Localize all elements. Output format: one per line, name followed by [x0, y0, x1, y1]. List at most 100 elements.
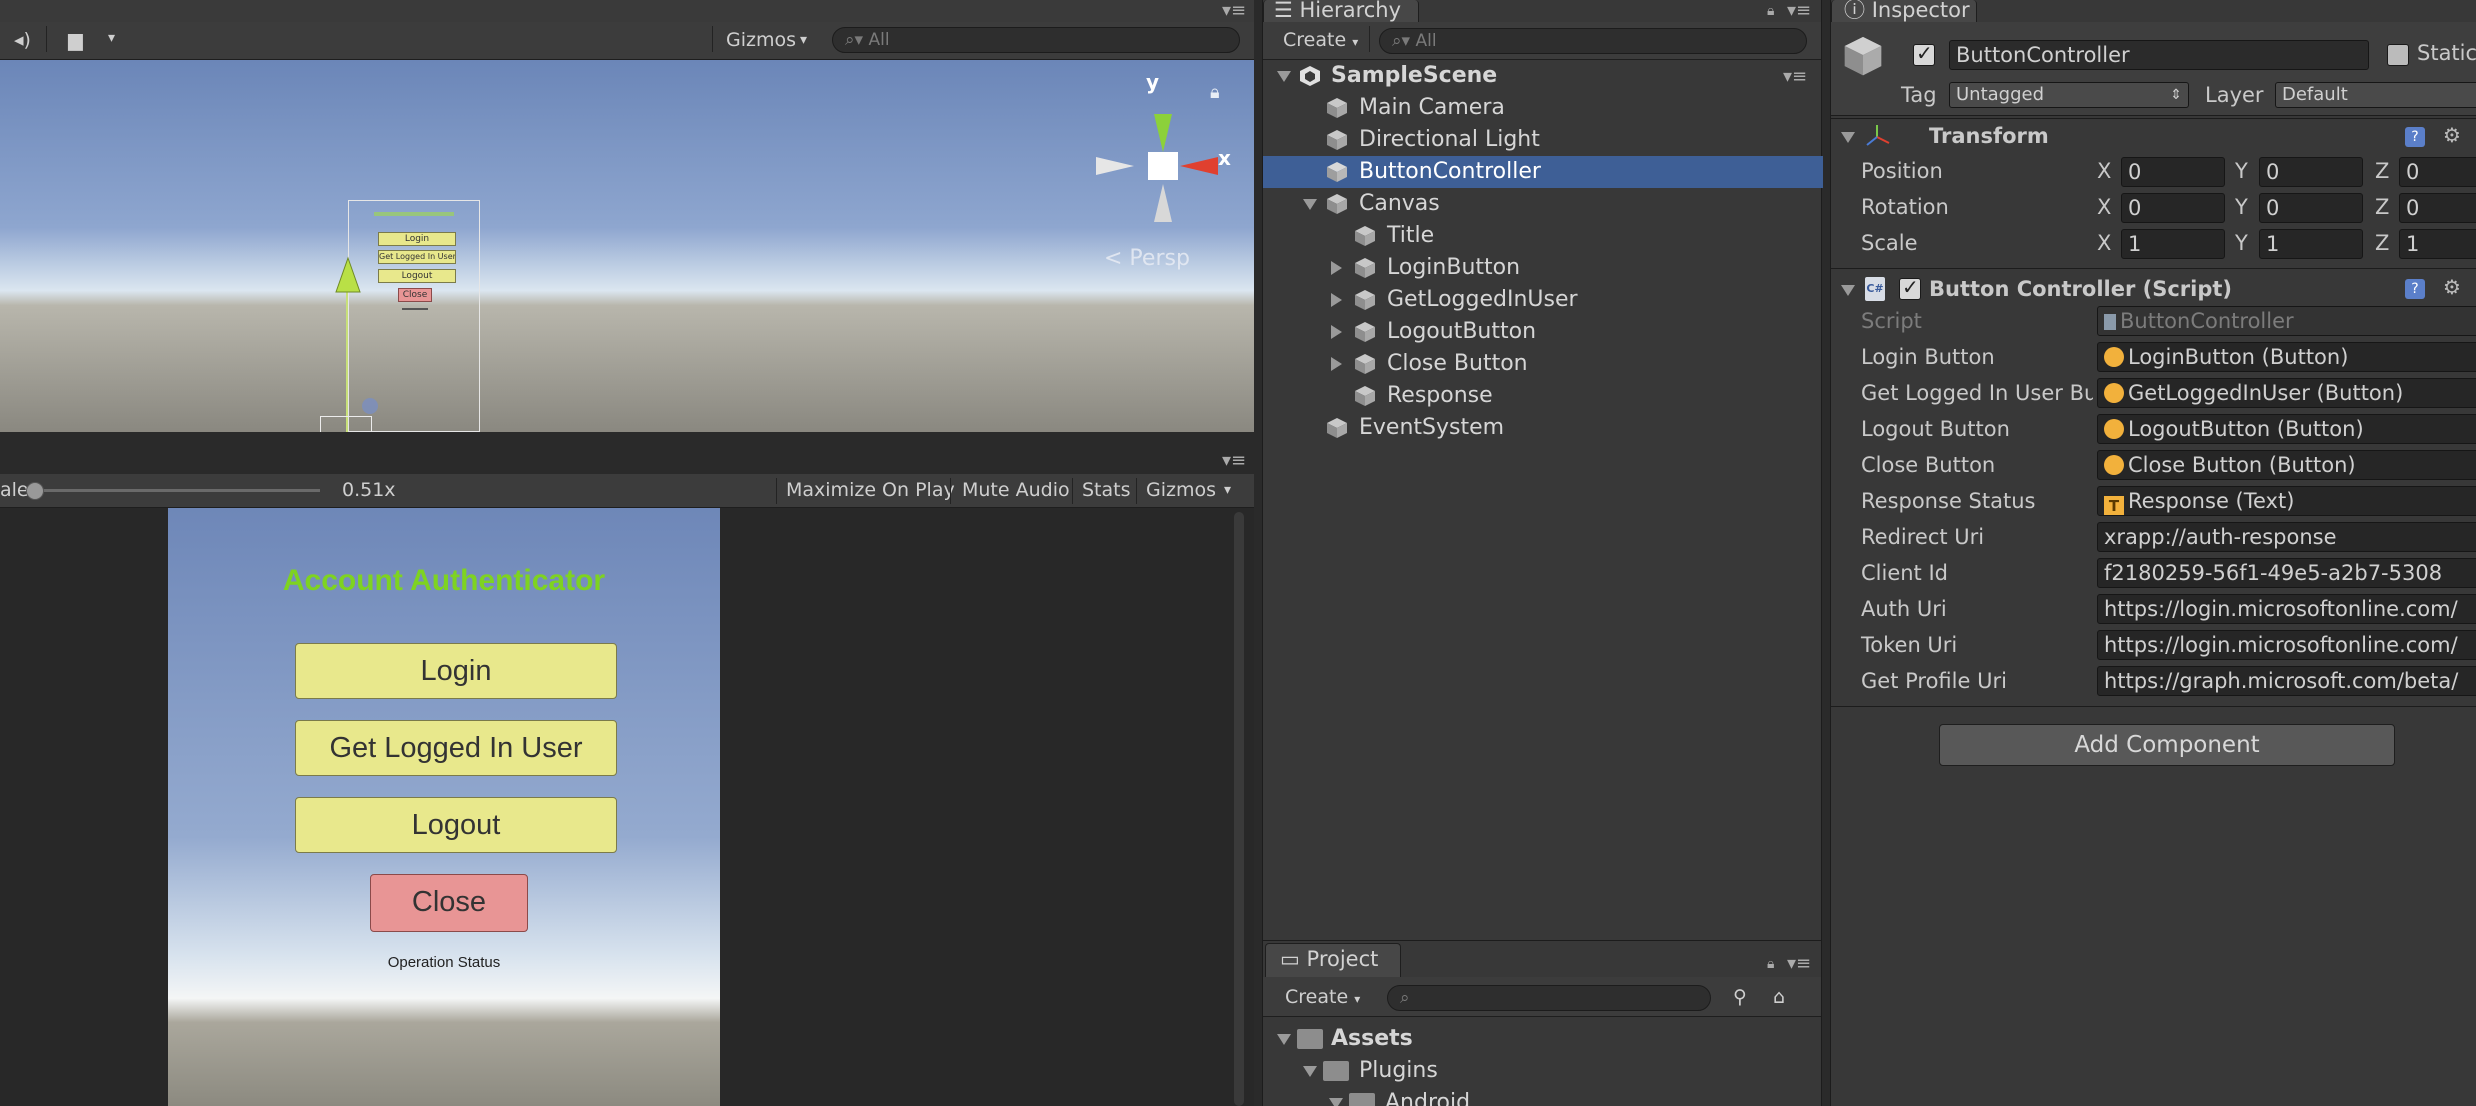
audio-toggle-icon[interactable]: ◂)	[14, 24, 31, 56]
position-x-input[interactable]: 0	[2121, 157, 2225, 187]
project-search-input[interactable]: ⌕	[1387, 985, 1711, 1011]
tab-project[interactable]: ▭ Project	[1265, 943, 1401, 977]
hierarchy-create-button[interactable]: Create ▾	[1283, 24, 1358, 58]
filter-by-type-icon[interactable]: ⚲	[1733, 981, 1747, 1013]
add-component-button[interactable]: Add Component	[1939, 724, 2395, 766]
login-button[interactable]: Login	[295, 643, 617, 699]
game-gizmos-dropdown-icon[interactable]: ▾	[1224, 474, 1231, 506]
rotation-x-input[interactable]: 0	[2121, 193, 2225, 223]
expand-arrow-icon[interactable]	[1303, 1066, 1317, 1078]
redirect-uri-input[interactable]: xrapp://auth-response	[2097, 522, 2476, 552]
effects-dropdown-icon[interactable]: ▾	[108, 22, 115, 54]
active-checkbox[interactable]: ✓	[1913, 41, 1935, 66]
expand-arrow-icon[interactable]	[1303, 199, 1317, 211]
rotation-z-input[interactable]: 0	[2399, 193, 2476, 223]
get-logged-in-user-button[interactable]: Get Logged In User	[295, 720, 617, 776]
hierarchy-item-main-camera[interactable]: Main Camera	[1263, 92, 1823, 124]
project-item-plugins[interactable]: Plugins	[1263, 1055, 1821, 1087]
expand-arrow-icon[interactable]	[1277, 1034, 1291, 1046]
response-status-field[interactable]: T Response (Text)	[2097, 486, 2476, 516]
tag-label: Tag	[1901, 83, 1937, 107]
hierarchy-lock-icon[interactable]: 🔒︎	[1767, 2, 1774, 20]
tag-dropdown[interactable]: Untagged ⇕	[1949, 82, 2189, 108]
maximize-on-play-button[interactable]: Maximize On Play	[786, 474, 955, 506]
persp-label[interactable]: < Persp	[1104, 246, 1190, 271]
object-name-input[interactable]: ButtonController	[1949, 40, 2369, 70]
login-button-field[interactable]: LoginButton (Button)	[2097, 342, 2476, 372]
scale-z-input[interactable]: 1	[2399, 229, 2476, 259]
scene-search-input[interactable]: ⌕▾ All	[832, 27, 1240, 53]
hierarchy-item-logout-button[interactable]: LogoutButton	[1263, 316, 1823, 348]
close-button[interactable]: Close	[370, 874, 528, 932]
scale-slider-track[interactable]	[30, 489, 320, 492]
hierarchy-item-get-logged-in-user[interactable]: GetLoggedInUser	[1263, 284, 1823, 316]
tab-inspector[interactable]: ⓘ Inspector	[1831, 0, 1977, 22]
help-icon[interactable]: ?	[2405, 279, 2425, 299]
project-menu-icon[interactable]: ▾≡	[1787, 955, 1811, 973]
hierarchy-item-response[interactable]: Response	[1263, 380, 1823, 412]
close-button-field[interactable]: Close Button (Button)	[2097, 450, 2476, 480]
layer-dropdown[interactable]: Default	[2275, 82, 2476, 108]
hierarchy-item-canvas[interactable]: Canvas	[1263, 188, 1823, 220]
scene-options-icon[interactable]: ▾≡	[1783, 68, 1807, 86]
game-panel-menu-icon[interactable]: ▾≡	[1222, 452, 1246, 470]
collapsed-arrow-icon[interactable]	[1331, 325, 1343, 339]
hierarchy-item-login-button[interactable]: LoginButton	[1263, 252, 1823, 284]
scale-slider-handle[interactable]	[26, 482, 44, 500]
mute-audio-button[interactable]: Mute Audio	[962, 474, 1070, 506]
logout-button[interactable]: Logout	[295, 797, 617, 853]
scale-x-input[interactable]: 1	[2121, 229, 2225, 259]
filter-by-label-icon[interactable]: ⌂	[1773, 981, 1785, 1013]
help-icon[interactable]: ?	[2405, 127, 2425, 147]
auth-uri-input[interactable]: https://login.microsoftonline.com/	[2097, 594, 2476, 624]
project-item-assets[interactable]: Assets	[1263, 1023, 1821, 1055]
expand-arrow-icon[interactable]	[1841, 285, 1855, 297]
collapsed-arrow-icon[interactable]	[1331, 261, 1343, 275]
component-enabled-checkbox[interactable]: ✓	[1899, 275, 1921, 300]
position-y-input[interactable]: 0	[2259, 157, 2363, 187]
hierarchy-item-directional-light[interactable]: Directional Light	[1263, 124, 1823, 156]
hierarchy-item-button-controller[interactable]: ButtonController	[1263, 156, 1823, 188]
scene-row[interactable]: SampleScene ▾≡	[1263, 60, 1823, 92]
scene-viewport[interactable]: Login Get Logged In User Logout Close 🔒︎…	[0, 60, 1254, 432]
expand-arrow-icon[interactable]	[1841, 132, 1855, 144]
gameobject-cube-icon	[1327, 194, 1347, 214]
script-file-icon	[2104, 314, 2116, 330]
hierarchy-item-title[interactable]: Title	[1263, 220, 1823, 252]
game-gizmos-button[interactable]: Gizmos	[1146, 474, 1216, 506]
project-item-android[interactable]: Android	[1263, 1087, 1821, 1106]
settings-icon[interactable]: ⚙	[2443, 123, 2461, 147]
expand-arrow-icon[interactable]	[1277, 71, 1291, 83]
client-id-input[interactable]: f2180259-56f1-49e5-a2b7-5308	[2097, 558, 2476, 588]
logout-button-field[interactable]: LogoutButton (Button)	[2097, 414, 2476, 444]
token-uri-input[interactable]: https://login.microsoftonline.com/	[2097, 630, 2476, 660]
position-z-input[interactable]: 0	[2399, 157, 2476, 187]
hierarchy-search-input[interactable]: ⌕▾ All	[1379, 28, 1807, 54]
script-component-header[interactable]: C# ✓ Button Controller (Script) ? ⚙	[1831, 268, 2476, 308]
project-create-button[interactable]: Create ▾	[1285, 981, 1360, 1015]
collapsed-arrow-icon[interactable]	[1331, 357, 1343, 371]
hierarchy-item-event-system[interactable]: EventSystem	[1263, 412, 1823, 444]
scale-y-input[interactable]: 1	[2259, 229, 2363, 259]
collapsed-arrow-icon[interactable]	[1331, 293, 1343, 307]
scene-panel-menu-icon[interactable]: ▾≡	[1222, 2, 1246, 20]
static-checkbox[interactable]	[2387, 44, 2409, 66]
hierarchy-menu-icon[interactable]: ▾≡	[1787, 2, 1811, 20]
stats-button[interactable]: Stats	[1082, 474, 1131, 506]
transform-header[interactable]: Transform ? ⚙	[1831, 118, 2476, 152]
orientation-gizmo[interactable]	[1088, 72, 1238, 242]
scene-gizmos-button[interactable]: Gizmos	[726, 24, 796, 56]
expand-arrow-icon[interactable]	[1329, 1098, 1343, 1106]
game-scrollbar[interactable]	[1234, 512, 1244, 1106]
hierarchy-item-close-button[interactable]: Close Button	[1263, 348, 1823, 380]
settings-icon[interactable]: ⚙	[2443, 275, 2461, 299]
button-component-icon	[2104, 419, 2124, 439]
tab-hierarchy[interactable]: ☰ Hierarchy	[1263, 0, 1419, 22]
rotation-y-input[interactable]: 0	[2259, 193, 2363, 223]
profile-uri-input[interactable]: https://graph.microsoft.com/beta/	[2097, 666, 2476, 696]
project-lock-icon[interactable]: 🔒︎	[1767, 955, 1774, 973]
scene-gizmos-dropdown-icon[interactable]: ▾	[800, 24, 807, 56]
image-effects-icon[interactable]: ▆	[68, 24, 83, 56]
gameobject-cube-icon	[1355, 354, 1375, 374]
get-user-button-field[interactable]: GetLoggedInUser (Button)	[2097, 378, 2476, 408]
